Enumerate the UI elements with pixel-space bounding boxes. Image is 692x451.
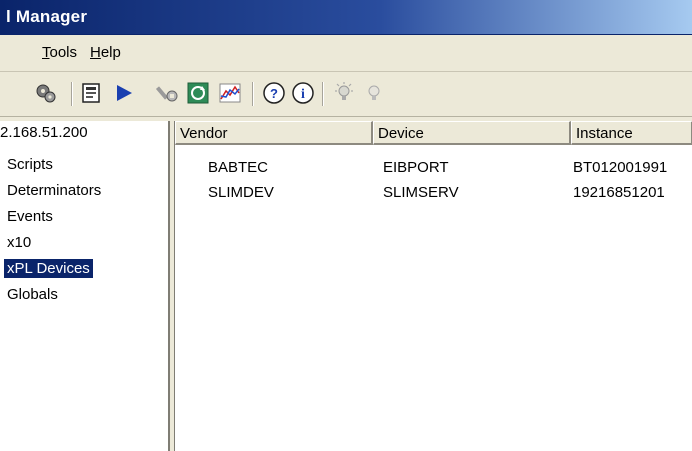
svg-text:i: i xyxy=(301,87,305,102)
menu-tools-label: ools xyxy=(49,44,78,61)
cell-vendor: SLIMDEV xyxy=(208,184,274,201)
cell-vendor: BABTEC xyxy=(208,159,269,176)
tree-item-globals[interactable]: Globals xyxy=(4,285,61,304)
menu-help-mnemonic: H xyxy=(90,44,101,61)
tree-view[interactable]: 2.168.51.200 Scripts Determinators Event… xyxy=(0,121,170,451)
device-list[interactable]: Vendor Device Instance BABTEC EIBPORT BT… xyxy=(174,121,692,451)
svg-text:?: ? xyxy=(270,86,278,101)
tools-icon[interactable] xyxy=(156,81,180,105)
tree-item-xpl-devices[interactable]: xPL Devices xyxy=(4,259,93,278)
window-title: l Manager xyxy=(6,7,88,26)
menu-tools-mnemonic: T xyxy=(42,44,50,61)
bulb-on-icon[interactable] xyxy=(332,81,356,105)
tree-item-events[interactable]: Events xyxy=(4,207,56,226)
column-header-device[interactable]: Device xyxy=(373,121,571,145)
refresh-icon[interactable] xyxy=(186,81,210,105)
title-bar: l Manager xyxy=(0,0,692,35)
column-header-vendor[interactable]: Vendor xyxy=(175,121,373,145)
main-content: 2.168.51.200 Scripts Determinators Event… xyxy=(0,117,692,451)
toolbar-separator xyxy=(71,82,72,106)
gears-icon[interactable] xyxy=(34,81,58,105)
menu-help-label: elp xyxy=(100,44,121,61)
column-header-instance[interactable]: Instance xyxy=(571,121,692,145)
toolbar: ? i xyxy=(0,72,692,117)
toolbar-separator xyxy=(252,82,253,106)
tree-item-scripts[interactable]: Scripts xyxy=(4,155,56,174)
bulb-off-icon[interactable] xyxy=(362,81,386,105)
cell-instance: BT012001991 xyxy=(573,159,668,176)
tree-root-address[interactable]: 2.168.51.200 xyxy=(0,124,88,141)
menu-help[interactable]: Help xyxy=(90,44,121,61)
cell-instance: 19216851201 xyxy=(573,184,665,201)
cell-device: SLIMSERV xyxy=(383,184,459,201)
play-icon[interactable] xyxy=(112,81,136,105)
tree-item-x10[interactable]: x10 xyxy=(4,233,34,252)
menu-bar: Tools Help xyxy=(0,35,692,72)
info-icon[interactable]: i xyxy=(291,81,315,105)
properties-icon[interactable] xyxy=(80,81,104,105)
chart-icon[interactable] xyxy=(218,81,242,105)
tree-item-determinators[interactable]: Determinators xyxy=(4,181,104,200)
menu-tools[interactable]: Tools xyxy=(42,44,77,61)
cell-device: EIBPORT xyxy=(383,159,449,176)
help-icon[interactable]: ? xyxy=(262,81,286,105)
toolbar-separator xyxy=(322,82,323,106)
